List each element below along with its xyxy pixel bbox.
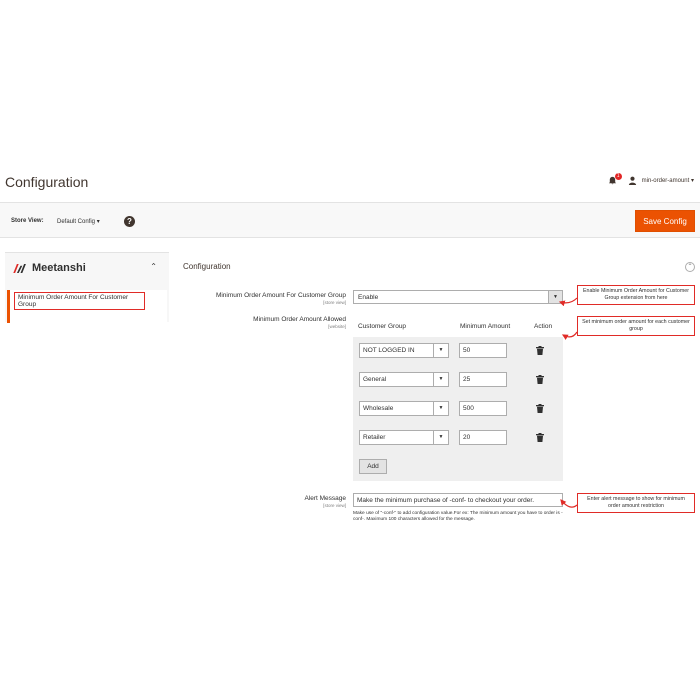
enable-field-label: Minimum Order Amount For Customer Group … (176, 292, 346, 305)
min-amount-grid: Customer Group Minimum Amount Action NOT… (353, 315, 563, 481)
callout-amount: Set minimum order amount for each custom… (577, 316, 695, 336)
enable-select-value: Enable (358, 294, 379, 301)
arrow-alert (560, 499, 578, 508)
user-icon (628, 176, 636, 185)
customer-group-value: NOT LOGGED IN (363, 347, 415, 354)
sidebar-item-min-order-amount[interactable]: Minimum Order Amount For Customer Group (7, 290, 167, 323)
dropdown-arrow-icon: ▼ (548, 291, 562, 303)
callout-arrows (558, 297, 578, 508)
config-sidebar: Meetanshi ⌃ Minimum Order Amount For Cus… (5, 252, 169, 323)
section-title[interactable]: Configuration (183, 262, 231, 271)
alert-message-input[interactable]: Make the minimum purchase of -conf- to c… (353, 493, 563, 507)
table-row: NOT LOGGED IN ▼ 50 (353, 337, 563, 366)
minimum-amount-input[interactable]: 500 (459, 401, 507, 416)
customer-group-value: Wholesale (363, 405, 394, 412)
sidebar-item-label: Minimum Order Amount For Customer Group (14, 292, 145, 310)
customer-group-value: Retailer (363, 434, 386, 441)
arrow-amount (561, 331, 578, 340)
minimum-amount-input[interactable]: 20 (459, 430, 507, 445)
dropdown-arrow-icon: ▼ (433, 373, 448, 386)
customer-group-select[interactable]: Retailer ▼ (359, 430, 449, 445)
allowed-field-label: Minimum Order Amount Allowed [website] (176, 316, 346, 329)
store-view-switcher[interactable]: Default Config ▾ (57, 218, 100, 225)
customer-group-select[interactable]: NOT LOGGED IN ▼ (359, 343, 449, 358)
brand-name: Meetanshi (32, 262, 86, 274)
callout-alert: Enter alert message to show for minimum … (577, 493, 695, 513)
notification-count-badge: 1 (614, 173, 622, 180)
sidebar-tab-meetanshi[interactable]: Meetanshi (13, 262, 86, 274)
header-customer-group: Customer Group (358, 323, 407, 330)
page-title: Configuration (5, 174, 89, 190)
store-view-label: Store View: (11, 218, 44, 224)
scope-note: [store view] (323, 300, 346, 305)
trash-icon[interactable] (536, 433, 544, 442)
customer-group-select[interactable]: Wholesale ▼ (359, 401, 449, 416)
trash-icon[interactable] (536, 375, 544, 384)
table-row: Wholesale ▼ 500 (353, 395, 563, 424)
notifications-button[interactable]: 1 (608, 173, 622, 185)
header-actions: 1 min-order-amount ▾ (608, 173, 694, 185)
minimum-amount-input[interactable]: 50 (459, 343, 507, 358)
customer-group-value: General (363, 376, 387, 383)
username: min-order-amount ▾ (641, 178, 694, 184)
enable-select[interactable]: Enable ▼ (353, 290, 563, 304)
customer-group-select[interactable]: General ▼ (359, 372, 449, 387)
store-view-bar: Store View: Default Config ▾ ? Save Conf… (0, 202, 700, 238)
dropdown-arrow-icon: ▼ (433, 431, 448, 444)
grid-header: Customer Group Minimum Amount Action (353, 315, 563, 337)
table-row: General ▼ 25 (353, 366, 563, 395)
meetanshi-logo-icon (13, 263, 26, 273)
scope-note: [website] (328, 324, 346, 329)
header-minimum-amount: Minimum Amount (460, 323, 511, 330)
scope-note: [store view] (323, 503, 346, 508)
table-row: Retailer ▼ 20 (353, 424, 563, 453)
callout-enable: Enable Minimum Order Amount for Customer… (577, 285, 695, 305)
header-action: Action (534, 323, 553, 330)
trash-icon[interactable] (536, 404, 544, 413)
dropdown-arrow-icon: ▼ (433, 344, 448, 357)
trash-icon[interactable] (536, 346, 544, 355)
dropdown-arrow-icon: ▼ (433, 402, 448, 415)
minimum-amount-input[interactable]: 25 (459, 372, 507, 387)
user-menu[interactable]: min-order-amount ▾ (628, 176, 694, 185)
section-collapse-icon[interactable]: ⌃ (685, 262, 695, 272)
add-row-button[interactable]: Add (359, 459, 387, 474)
alert-field-label: Alert Message [store view] (176, 495, 346, 508)
alert-message-note: Make use of "-conf-" to add configuratio… (353, 511, 563, 522)
chevron-up-icon[interactable]: ⌃ (150, 262, 157, 271)
help-icon[interactable]: ? (124, 216, 135, 227)
save-config-button[interactable]: Save Config (635, 210, 695, 232)
